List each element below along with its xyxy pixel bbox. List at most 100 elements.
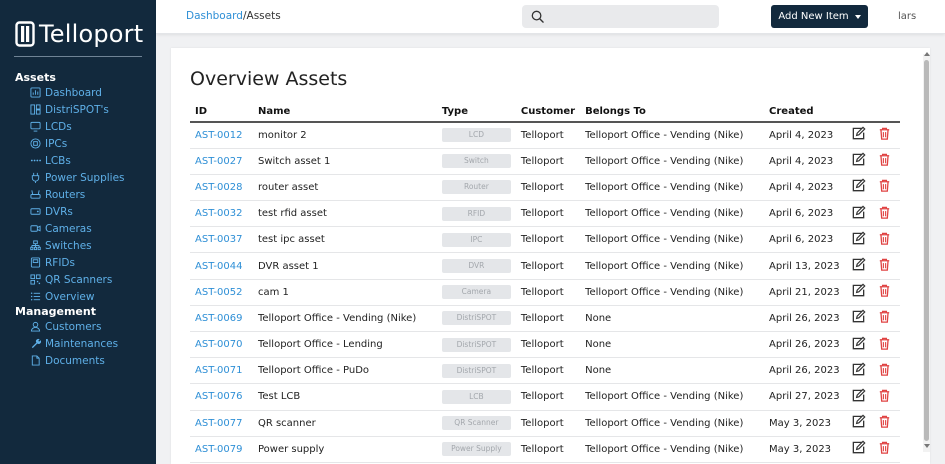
asset-customer: Telloport [515, 305, 581, 333]
column-header-created[interactable]: Created [764, 101, 846, 123]
delete-icon[interactable] [877, 178, 892, 193]
table-row[interactable]: AST-0079 Power supply Power Supply Tellopor… [190, 436, 900, 463]
sidebar-item-qr-scanners[interactable]: QR Scanners [0, 271, 156, 288]
asset-id-link[interactable]: AST-0071 [190, 357, 253, 385]
column-header-type[interactable]: Type [436, 101, 516, 123]
edit-icon[interactable] [851, 388, 866, 403]
edit-icon[interactable] [851, 205, 866, 220]
asset-id-link[interactable]: AST-0044 [190, 252, 253, 280]
column-header-name[interactable]: Name [252, 101, 437, 123]
breadcrumb-dashboard-link[interactable]: Dashboard [186, 10, 243, 22]
asset-id-link[interactable]: AST-0027 [190, 148, 253, 175]
sidebar-item-cameras[interactable]: Cameras [0, 220, 156, 237]
sidebar-item-dashboard[interactable]: Dashboard [0, 84, 156, 101]
table-row[interactable]: AST-0052 cam 1 Camera Telloport Telloport Of… [190, 279, 900, 306]
edit-icon[interactable] [851, 178, 866, 193]
sidebar-item-rfids[interactable]: RFIDs [0, 254, 156, 271]
sidebar-item-distrispot-s[interactable]: DistriSPOT's [0, 101, 156, 118]
asset-type-cell: Switch [436, 148, 516, 175]
sidebar-item-customers[interactable]: Customers [0, 318, 156, 335]
delete-icon[interactable] [877, 336, 892, 351]
sidebar-item-power-supplies[interactable]: Power Supplies [0, 169, 156, 186]
sidebar-item-documents[interactable]: Documents [0, 352, 156, 369]
table-row[interactable]: AST-0032 test rfid asset RFID Telloport Tell… [190, 200, 900, 228]
user-menu[interactable]: lars [898, 11, 916, 22]
edit-icon[interactable] [851, 309, 866, 324]
sidebar-item-switches[interactable]: Switches [0, 237, 156, 254]
search-box[interactable] [522, 5, 719, 28]
asset-customer: Telloport [515, 174, 581, 202]
table-row[interactable]: AST-0037 test ipc asset IPC Telloport Tellop… [190, 226, 900, 254]
edit-icon[interactable] [851, 336, 866, 351]
sidebar-item-lcds[interactable]: LCDs [0, 118, 156, 135]
sidebar-item-routers[interactable]: Routers [0, 186, 156, 203]
asset-id-link[interactable]: AST-0052 [190, 279, 253, 306]
dvr-icon [30, 208, 41, 215]
asset-id-link[interactable]: AST-0012 [190, 122, 253, 149]
telloport-logo-icon [15, 21, 35, 47]
delete-icon[interactable] [877, 126, 892, 141]
user-icon [30, 321, 41, 332]
delete-icon[interactable] [877, 362, 892, 377]
delete-icon[interactable] [877, 414, 892, 429]
scroll-down-arrow-icon[interactable] [924, 444, 930, 448]
column-header-belongs-to[interactable]: Belongs To [580, 101, 765, 123]
asset-belongs-to: Telloport Office - Vending (Nike) [580, 200, 765, 228]
delete-icon[interactable] [877, 152, 892, 167]
asset-id-link[interactable]: AST-0077 [190, 410, 253, 437]
asset-belongs-to: Telloport Office - Vending (Nike) [580, 436, 765, 463]
column-header-id[interactable]: ID [190, 101, 253, 123]
sidebar-item-lcbs[interactable]: LCBs [0, 152, 156, 169]
edit-icon[interactable] [851, 126, 866, 141]
asset-name: monitor 2 [252, 122, 437, 149]
sidebar-item-overview[interactable]: Overview [0, 288, 156, 305]
table-row[interactable]: AST-0070 Telloport Office - Lending Distri… [190, 331, 900, 359]
asset-id-link[interactable]: AST-0032 [190, 200, 253, 228]
table-row[interactable]: AST-0069 Telloport Office - Vending (Nike… [190, 305, 900, 333]
edit-icon[interactable] [851, 283, 866, 298]
asset-id-link[interactable]: AST-0028 [190, 174, 253, 202]
asset-id-link[interactable]: AST-0076 [190, 383, 253, 411]
asset-id-link[interactable]: AST-0079 [190, 436, 253, 463]
delete-icon[interactable] [877, 283, 892, 298]
asset-id-link[interactable]: AST-0037 [190, 226, 253, 254]
brand-logo[interactable]: Telloport [0, 12, 156, 56]
edit-icon[interactable] [851, 414, 866, 429]
edit-icon[interactable] [851, 152, 866, 167]
table-row[interactable]: AST-0076 Test LCB LCB Telloport Telloport Of… [190, 383, 900, 411]
asset-id-link[interactable]: AST-0070 [190, 331, 253, 359]
scrollbar-thumb[interactable] [924, 60, 929, 441]
sidebar-item-dvrs[interactable]: DVRs [0, 203, 156, 220]
delete-icon[interactable] [877, 440, 892, 455]
table-row[interactable]: AST-0012 monitor 2 LCD Telloport Telloport O… [190, 122, 900, 149]
edit-icon[interactable] [851, 231, 866, 246]
scroll-up-arrow-icon[interactable] [924, 52, 930, 56]
table-row[interactable]: AST-0044 DVR asset 1 DVR Telloport Telloport… [190, 252, 900, 280]
asset-type-badge: LCB [441, 389, 511, 404]
table-row[interactable]: AST-0027 Switch asset 1 Switch Telloport Tel… [190, 148, 900, 175]
delete-icon[interactable] [877, 388, 892, 403]
table-row[interactable]: AST-0028 router asset Router Telloport Tello… [190, 174, 900, 202]
top-bar: Dashboard/Assets Add New Item lars [156, 0, 945, 34]
delete-icon[interactable] [877, 309, 892, 324]
edit-icon[interactable] [851, 362, 866, 377]
search-input[interactable] [550, 8, 710, 25]
table-row[interactable]: AST-0071 Telloport Office - PuDo DistriSPO… [190, 357, 900, 385]
add-new-item-button[interactable]: Add New Item [771, 5, 868, 28]
edit-icon[interactable] [851, 257, 866, 272]
delete-icon[interactable] [877, 257, 892, 272]
asset-type-badge: Camera [441, 285, 511, 300]
row-actions [846, 252, 900, 280]
asset-id-link[interactable]: AST-0069 [190, 305, 253, 333]
column-header-customer[interactable]: Customer [515, 101, 581, 123]
row-actions [846, 279, 900, 306]
edit-icon[interactable] [851, 440, 866, 455]
grid-icon [30, 104, 41, 115]
table-row[interactable]: AST-0077 QR scanner QR Scanner Telloport Tel… [190, 410, 900, 437]
delete-icon[interactable] [877, 231, 892, 246]
asset-type-cell: IPC [436, 226, 516, 254]
sidebar-item-ipcs[interactable]: IPCs [0, 135, 156, 152]
delete-icon[interactable] [877, 205, 892, 220]
asset-type-cell: DistriSPOT [436, 305, 516, 333]
sidebar-item-maintenances[interactable]: Maintenances [0, 335, 156, 352]
